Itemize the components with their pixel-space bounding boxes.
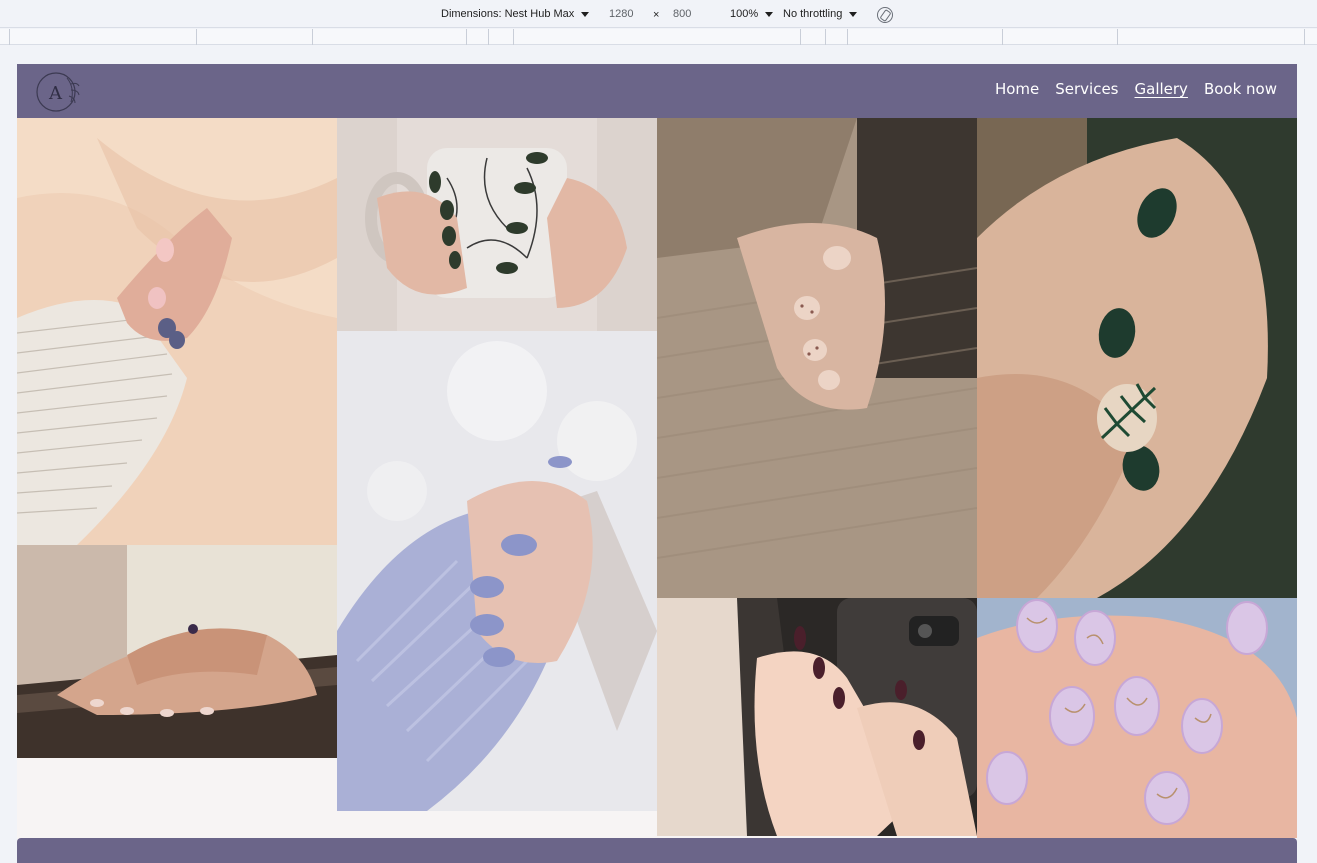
- ruler-tick: [513, 29, 514, 45]
- ruler-tick: [196, 29, 197, 45]
- gallery-image-fern-green-nails[interactable]: [977, 118, 1297, 598]
- nav-services-link[interactable]: Services: [1055, 80, 1118, 98]
- ruler-tick: [825, 29, 826, 45]
- site-footer: [17, 838, 1297, 863]
- ruler-tick: [466, 29, 467, 45]
- rotate-icon[interactable]: [877, 7, 893, 23]
- ruler-tick: [312, 29, 313, 45]
- height-input[interactable]: 800: [673, 8, 691, 20]
- device-toolbar: Dimensions: Nest Hub Max 1280 × 800 100%…: [0, 0, 1317, 28]
- zoom-value: 100%: [730, 8, 759, 20]
- zoom-dropdown[interactable]: 100%: [730, 8, 774, 20]
- ruler-tick: [847, 29, 848, 45]
- gallery-image-mug-green-nails[interactable]: [337, 118, 657, 331]
- media-query-ruler[interactable]: [0, 29, 1317, 45]
- ruler-tick: [800, 29, 801, 45]
- device-viewport: A Home Services Gallery Book now: [17, 64, 1297, 863]
- main-nav: Home Services Gallery Book now: [995, 80, 1277, 98]
- site-navbar: A Home Services Gallery Book now: [17, 64, 1297, 118]
- gallery-image-periwinkle-nails[interactable]: [337, 331, 657, 811]
- dimensions-label: Dimensions: Nest Hub Max: [441, 8, 575, 20]
- height-value: 800: [673, 8, 692, 20]
- chevron-down-icon: [765, 12, 774, 17]
- dimensions-dropdown[interactable]: Dimensions: Nest Hub Max: [441, 8, 590, 20]
- gallery-image-pink-nails[interactable]: [17, 118, 337, 545]
- ruler-tick: [9, 29, 10, 45]
- times-sign: ×: [653, 9, 660, 21]
- nav-book-now-link[interactable]: Book now: [1204, 80, 1277, 98]
- gallery-image-knit-polka-nails[interactable]: [657, 118, 977, 598]
- chevron-down-icon: [581, 12, 590, 17]
- ruler-tick: [488, 29, 489, 45]
- svg-text:A: A: [48, 83, 63, 104]
- gallery-grid: [17, 118, 1297, 838]
- gallery-image-ring-hands[interactable]: [17, 545, 337, 758]
- gallery-image-lilac-marble-nails[interactable]: [977, 598, 1297, 838]
- nav-gallery-link[interactable]: Gallery: [1135, 80, 1188, 98]
- logo-icon[interactable]: A: [33, 68, 83, 114]
- throttling-value: No throttling: [783, 8, 843, 20]
- ruler-tick: [1304, 29, 1305, 45]
- width-value: 1280: [609, 8, 634, 20]
- ruler-tick: [1117, 29, 1118, 45]
- width-input[interactable]: 1280: [609, 8, 633, 20]
- gallery-image-burgundy-phone[interactable]: [657, 598, 977, 836]
- chevron-down-icon: [849, 12, 858, 17]
- throttling-dropdown[interactable]: No throttling: [783, 8, 858, 20]
- ruler-tick: [1002, 29, 1003, 45]
- nav-home-link[interactable]: Home: [995, 80, 1039, 98]
